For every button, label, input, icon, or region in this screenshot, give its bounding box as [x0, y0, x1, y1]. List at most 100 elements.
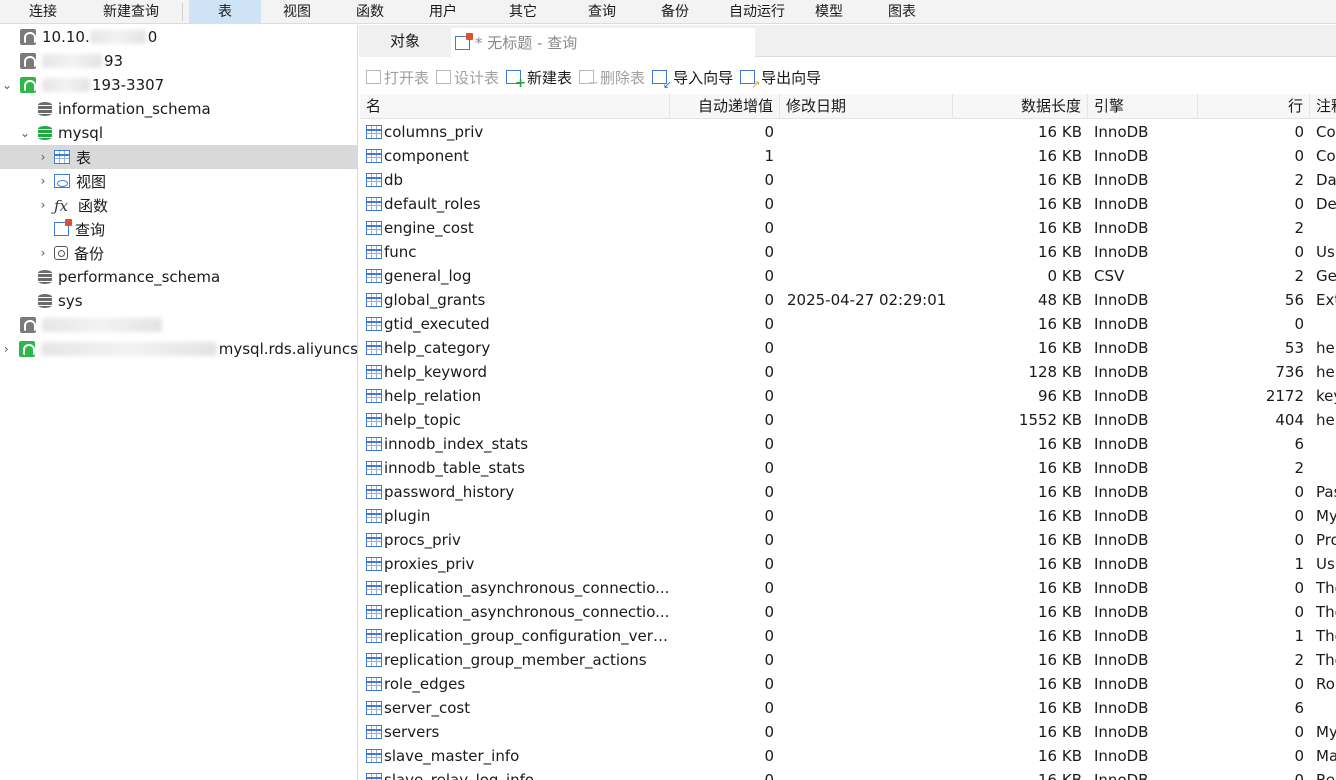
cell-comment: Da: [1316, 171, 1336, 189]
cell-comment: [1316, 432, 1336, 456]
table-row[interactable]: help_topic 0 1552 KB InnoDB 404 hel: [360, 408, 1336, 432]
menu-automation[interactable]: 自动运行: [713, 0, 801, 24]
column-header-comment[interactable]: 注释: [1310, 94, 1336, 119]
tree-connection-2[interactable]: 93: [0, 49, 357, 73]
table-row[interactable]: columns_priv 0 16 KB InnoDB 0 Co: [360, 120, 1336, 144]
cell-auto-increment: 0: [764, 675, 774, 693]
database-label: sys: [58, 292, 83, 310]
cell-name: replication_asynchronous_connectio...: [366, 600, 672, 624]
menu-query[interactable]: 查询: [567, 0, 637, 24]
table-row[interactable]: db 0 16 KB InnoDB 2 Da: [360, 168, 1336, 192]
menu-tables[interactable]: 表: [189, 0, 261, 24]
table-row[interactable]: proxies_priv 0 16 KB InnoDB 1 Us: [360, 552, 1336, 576]
tree-connection-1[interactable]: 10.10. 0: [0, 25, 357, 49]
menu-new-query[interactable]: 新建查询: [86, 0, 176, 24]
cell-comment: Ext: [1316, 291, 1336, 309]
menu-others[interactable]: 其它: [479, 0, 567, 24]
cell-comment: Co: [1316, 123, 1336, 141]
chevron-down-icon[interactable]: ⌄: [18, 126, 32, 140]
table-row[interactable]: replication_asynchronous_connectio... 0 16…: [360, 576, 1336, 600]
table-row[interactable]: servers 0 16 KB InnoDB 0 My: [360, 720, 1336, 744]
column-header-rows[interactable]: 行: [1198, 94, 1310, 119]
cell-engine: InnoDB: [1094, 579, 1149, 597]
table-row[interactable]: help_keyword 0 128 KB InnoDB 736 hel: [360, 360, 1336, 384]
table-row[interactable]: plugin 0 16 KB InnoDB 0 My: [360, 504, 1336, 528]
menu-views[interactable]: 视图: [261, 0, 333, 24]
table-row[interactable]: global_grants 0 2025-04-27 02:29:01 48 KB In…: [360, 288, 1336, 312]
column-header-data-length[interactable]: 数据长度: [953, 94, 1088, 119]
table-row[interactable]: help_relation 0 96 KB InnoDB 2172 key: [360, 384, 1336, 408]
tab-objects[interactable]: 对象: [359, 25, 451, 57]
open-table-label: 打开表: [384, 68, 430, 87]
cell-engine: InnoDB: [1094, 291, 1149, 309]
menu-backup[interactable]: 备份: [637, 0, 713, 24]
cell-engine: InnoDB: [1094, 531, 1149, 549]
chevron-right-icon[interactable]: ›: [36, 174, 50, 188]
tree-db-sys[interactable]: sys: [0, 289, 357, 313]
delete-table-button[interactable]: 删除表: [579, 67, 645, 91]
tree-db-mysql[interactable]: ⌄ mysql: [0, 121, 357, 145]
cell-auto-increment: 0: [764, 171, 774, 189]
new-table-button[interactable]: 新建表: [506, 67, 572, 91]
chevron-right-icon[interactable]: ›: [36, 198, 50, 212]
cell-name: component: [366, 144, 672, 168]
table-row[interactable]: slave_master_info 0 16 KB InnoDB 0 Ma: [360, 744, 1336, 768]
column-header-auto-increment[interactable]: 自动递增值: [670, 94, 780, 119]
tree-connection-5[interactable]: › mysql.rds.aliyuncs: [0, 337, 357, 361]
connection-tree[interactable]: 10.10. 0 93 ⌄ 193-3307 information_schem…: [0, 25, 358, 780]
column-header-engine[interactable]: 引擎: [1088, 94, 1198, 119]
table-row[interactable]: server_cost 0 16 KB InnoDB 6: [360, 696, 1336, 720]
tree-node-queries[interactable]: 查询: [0, 217, 357, 241]
table-row[interactable]: innodb_index_stats 0 16 KB InnoDB 6: [360, 432, 1336, 456]
cell-auto-increment: 0: [764, 459, 774, 477]
table-row[interactable]: slave_relay_log_info 0 16 KB InnoDB 0 Re: [360, 768, 1336, 780]
table-row[interactable]: engine_cost 0 16 KB InnoDB 2: [360, 216, 1336, 240]
table-row[interactable]: password_history 0 16 KB InnoDB 0 Pas: [360, 480, 1336, 504]
menu-connect[interactable]: 连接: [0, 0, 86, 24]
table-row[interactable]: general_log 0 0 KB CSV 2 Ge: [360, 264, 1336, 288]
cell-engine: InnoDB: [1094, 243, 1149, 261]
chevron-right-icon[interactable]: ›: [36, 150, 50, 164]
cell-auto-increment: 0: [764, 123, 774, 141]
tree-connection-3[interactable]: ⌄ 193-3307: [0, 73, 357, 97]
design-table-button[interactable]: 设计表: [436, 67, 499, 88]
cell-comment: The: [1316, 627, 1336, 645]
menu-model[interactable]: 模型: [801, 0, 857, 24]
menu-users[interactable]: 用户: [407, 0, 479, 24]
chevron-right-icon[interactable]: ›: [0, 342, 13, 356]
open-table-button[interactable]: 打开表: [366, 67, 429, 88]
table-row[interactable]: replication_group_member_actions 0 16 KB In…: [360, 648, 1336, 672]
cell-engine: InnoDB: [1094, 435, 1149, 453]
table-row[interactable]: replication_group_configuration_vers... 0…: [360, 624, 1336, 648]
table-row[interactable]: default_roles 0 16 KB InnoDB 0 De: [360, 192, 1336, 216]
tree-node-views[interactable]: › 视图: [0, 169, 357, 193]
objects-table[interactable]: 名 自动递增值 修改日期 数据长度 引擎 行 注释 columns_priv 0 1…: [360, 94, 1336, 780]
import-wizard-button[interactable]: 导入向导: [652, 67, 733, 91]
tree-connection-4[interactable]: [0, 313, 357, 337]
table-row[interactable]: component 1 16 KB InnoDB 0 Co: [360, 144, 1336, 168]
table-row[interactable]: innodb_table_stats 0 16 KB InnoDB 2: [360, 456, 1336, 480]
table-row[interactable]: role_edges 0 16 KB InnoDB 0 Ro: [360, 672, 1336, 696]
export-wizard-button[interactable]: 导出向导: [740, 67, 821, 91]
table-row[interactable]: procs_priv 0 16 KB InnoDB 0 Pro: [360, 528, 1336, 552]
table-name-label: gtid_executed: [384, 315, 490, 333]
cell-rows: 0: [1294, 507, 1304, 525]
table-row[interactable]: replication_asynchronous_connectio... 0 16…: [360, 600, 1336, 624]
tree-db-performance-schema[interactable]: performance_schema: [0, 265, 357, 289]
tree-node-functions[interactable]: › ƒx 函数: [0, 193, 357, 217]
tree-node-tables[interactable]: › 表: [0, 145, 357, 169]
column-header-modified[interactable]: 修改日期: [780, 94, 953, 119]
table-row[interactable]: help_category 0 16 KB InnoDB 53 hel: [360, 336, 1336, 360]
column-header-name[interactable]: 名: [360, 94, 670, 119]
tree-db-information-schema[interactable]: information_schema: [0, 97, 357, 121]
menu-functions[interactable]: 函数: [333, 0, 407, 24]
table-row[interactable]: func 0 16 KB InnoDB 0 Us: [360, 240, 1336, 264]
menu-chart[interactable]: 图表: [857, 0, 947, 24]
chevron-down-icon[interactable]: ⌄: [0, 78, 14, 92]
tab-untitled-query[interactable]: * 无标题 - 查询: [451, 28, 755, 57]
table-row[interactable]: gtid_executed 0 16 KB InnoDB 0: [360, 312, 1336, 336]
connection-label-tail: 0: [147, 28, 158, 46]
tree-node-backups[interactable]: › 备份: [0, 241, 357, 265]
table-icon: [366, 533, 382, 547]
chevron-right-icon[interactable]: ›: [36, 246, 50, 260]
